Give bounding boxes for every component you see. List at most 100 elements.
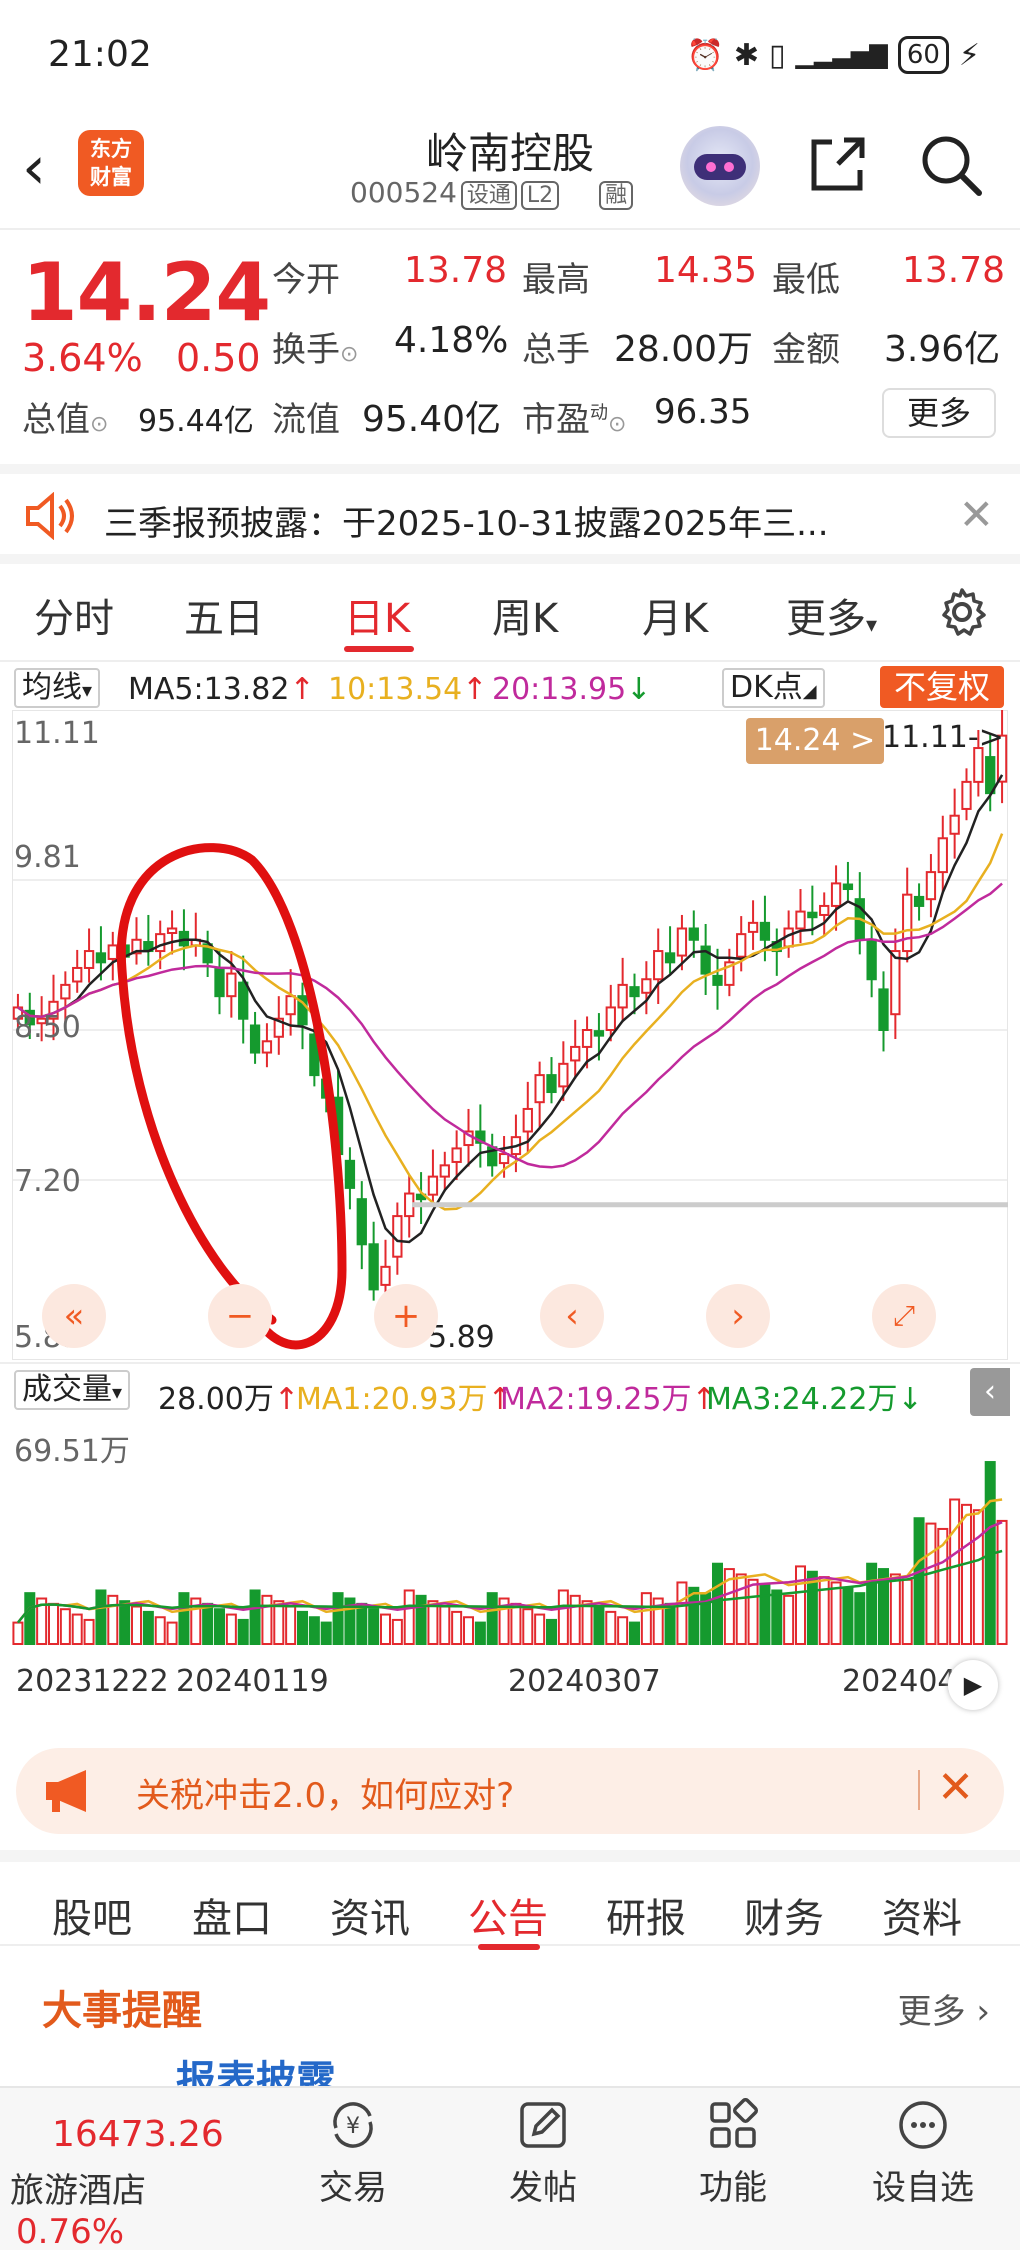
- x-tick-3: 20240307: [508, 1664, 661, 1699]
- app-logo[interactable]: 东方 财富: [78, 130, 144, 196]
- volume-bar-up: [379, 1613, 392, 1645]
- float-value: 95.40亿: [362, 399, 502, 440]
- volume-bar-up: [783, 1594, 795, 1646]
- volume-bar-down: [628, 1621, 641, 1645]
- ma10-value: 10:13.54↑: [328, 672, 488, 707]
- tab-news[interactable]: 资讯: [330, 1886, 410, 1944]
- tag-margin: 融: [599, 181, 634, 210]
- dk-button[interactable]: DK点◢: [722, 668, 825, 708]
- collapse-panel-button[interactable]: ‹: [970, 1368, 1010, 1416]
- bluetooth-icon: ✱: [733, 37, 760, 73]
- active-tab-indicator: [344, 646, 414, 652]
- share-icon[interactable]: [806, 132, 870, 196]
- y-tick-4: 7.20: [14, 1164, 81, 1199]
- volume-bar-down: [854, 1592, 866, 1646]
- status-time: 21:02: [48, 34, 152, 75]
- candle-up: [830, 882, 842, 907]
- sector-index-value: 16473.26: [52, 2114, 224, 2155]
- nav-trade[interactable]: ¥ 交易: [288, 2098, 418, 2209]
- tab-guba[interactable]: 股吧: [52, 1886, 132, 1944]
- next-button[interactable]: ›: [706, 1284, 770, 1348]
- volume-bar-up: [462, 1616, 475, 1645]
- prev-button[interactable]: ‹: [540, 1284, 604, 1348]
- scroll-right-button[interactable]: ▶: [948, 1660, 998, 1710]
- candle-down: [249, 1024, 261, 1054]
- tab-pankou[interactable]: 盘口: [192, 1886, 272, 1944]
- events-more-link[interactable]: 更多 ›: [898, 1984, 990, 2033]
- tab-more[interactable]: 更多▾: [786, 586, 877, 644]
- volume-bar-down: [308, 1616, 320, 1645]
- volume-bar-up: [427, 1600, 439, 1646]
- tab-finance[interactable]: 财务: [744, 1886, 824, 1944]
- candle-down: [985, 756, 996, 795]
- ma-selector[interactable]: 均线▾: [14, 668, 101, 708]
- volume-bar-down: [237, 1618, 249, 1645]
- tab-profile[interactable]: 资料: [882, 1886, 962, 1944]
- tab-weekly-k[interactable]: 周K: [492, 586, 558, 644]
- volume-bar-up: [391, 1618, 403, 1645]
- promo-banner[interactable]: 关税冲击2.0，如何应对? ✕: [16, 1748, 1004, 1834]
- tab-five-day[interactable]: 五日: [184, 586, 264, 644]
- volume-bar-down: [368, 1608, 380, 1645]
- candle-up: [949, 814, 960, 835]
- volume-svg: [12, 1461, 1008, 1646]
- candle-down: [866, 938, 877, 981]
- candle-up: [261, 1040, 273, 1054]
- tag-l2: L2: [520, 181, 560, 210]
- sector-index[interactable]: 16473.26 旅游酒店 0.76%: [10, 2114, 250, 2250]
- stock-code: 000524: [350, 176, 457, 209]
- zoom-in-button[interactable]: +: [374, 1284, 438, 1348]
- tab-intraday[interactable]: 分时: [34, 586, 114, 644]
- back-button[interactable]: ‹: [22, 138, 46, 198]
- nav-functions[interactable]: 功能: [668, 2098, 798, 2209]
- candle-up: [617, 983, 628, 1009]
- volume-bar-up: [59, 1608, 71, 1645]
- close-icon[interactable]: ✕: [959, 490, 994, 539]
- tab-research[interactable]: 研报: [606, 1886, 686, 1944]
- change-amount: 0.50: [176, 336, 261, 380]
- zoom-out-button[interactable]: −: [208, 1284, 272, 1348]
- y-tick-1: 11.11: [14, 716, 100, 751]
- fullscreen-button[interactable]: ⤢: [872, 1284, 936, 1348]
- volume-bar-up: [972, 1509, 984, 1645]
- volume-bar-up: [522, 1608, 534, 1645]
- volume-bar-up: [569, 1594, 581, 1646]
- candle-up: [961, 780, 972, 810]
- volume-max-label: 69.51万: [14, 1434, 130, 1469]
- candle-down: [842, 883, 854, 891]
- gear-icon[interactable]: [936, 586, 988, 638]
- candle-up: [285, 995, 296, 1016]
- close-icon[interactable]: ✕: [937, 1762, 974, 1813]
- edit-icon: [520, 2102, 566, 2148]
- float-value-label: 流值: [272, 400, 340, 440]
- last-price: 14.24: [22, 246, 271, 339]
- search-icon[interactable]: [918, 132, 984, 198]
- nav-add-watchlist[interactable]: 设自选: [858, 2098, 988, 2209]
- fuquan-button[interactable]: 不复权: [880, 666, 1004, 708]
- quote-more-button[interactable]: 更多: [882, 388, 996, 438]
- nav-post[interactable]: 发帖: [478, 2098, 608, 2209]
- notice-bar[interactable]: 三季报预披露：于2025-10-31披露2025年三... ✕: [0, 464, 1020, 564]
- high-value: 14.35: [654, 250, 758, 291]
- ai-assistant-button[interactable]: [680, 126, 760, 206]
- candle-up: [736, 933, 747, 958]
- sector-index-row: 旅游酒店 0.76%: [10, 2163, 250, 2250]
- candle-up: [747, 921, 759, 933]
- stock-code-row: 000524 设通 L2 融: [350, 176, 634, 210]
- grid-icon: [710, 2098, 759, 2148]
- fast-back-button[interactable]: «: [42, 1284, 106, 1348]
- volume-selector[interactable]: 成交量▾: [14, 1370, 131, 1410]
- volume-bar-down: [545, 1618, 558, 1645]
- volume-bar-up: [47, 1602, 60, 1646]
- x-tick-4: 202404: [842, 1664, 957, 1699]
- volume-bar-up: [273, 1600, 285, 1646]
- tab-announcements[interactable]: 公告: [468, 1886, 548, 1944]
- sector-name: 旅游酒店: [10, 2171, 146, 2211]
- kline-chart[interactable]: 11.11 9.81 8.50 7.20 5.89 14.24 > 11.11-…: [11, 708, 1009, 1361]
- volume-bar-down: [332, 1592, 344, 1646]
- candle-up: [380, 1265, 391, 1286]
- charging-icon: ⚡: [958, 37, 980, 73]
- tab-monthly-k[interactable]: 月K: [642, 586, 708, 644]
- candle-down: [664, 952, 676, 964]
- tab-daily-k[interactable]: 日K: [344, 586, 410, 644]
